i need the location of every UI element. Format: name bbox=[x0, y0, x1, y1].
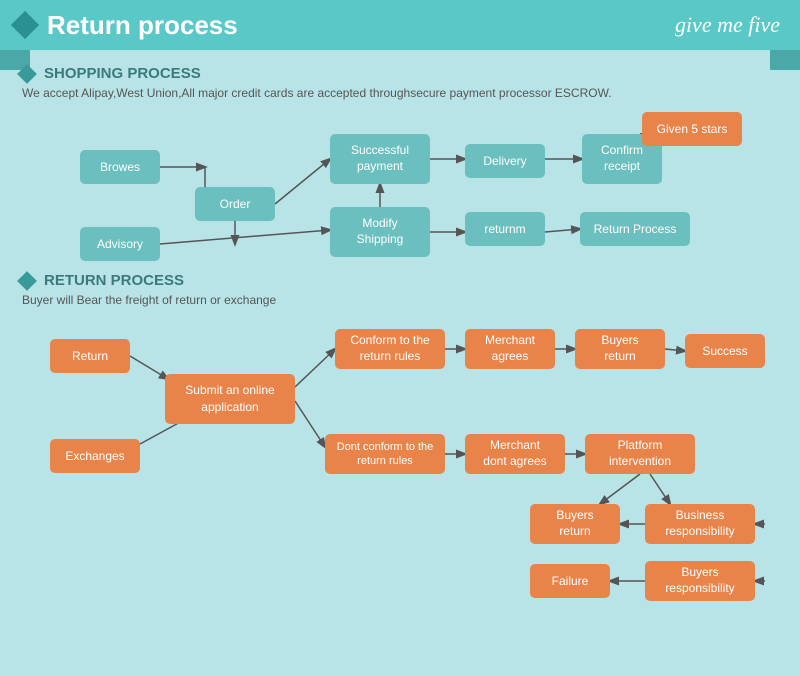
return-flow: Return Submit an online application Exch… bbox=[20, 319, 780, 609]
return-success-box: Success bbox=[685, 334, 765, 368]
header-diamond-icon bbox=[11, 11, 39, 39]
shopping-advisory-box: Advisory bbox=[80, 227, 160, 261]
return-conform-box: Conform to the return rules bbox=[335, 329, 445, 369]
return-section-header: RETURN PROCESS bbox=[20, 272, 780, 289]
shopping-returnprocess-box: Return Process bbox=[580, 212, 690, 246]
return-return-box: Return bbox=[50, 339, 130, 373]
header: Return process give me five bbox=[0, 0, 800, 50]
return-buyers-return1-box: Buyers return bbox=[575, 329, 665, 369]
return-failure-box: Failure bbox=[530, 564, 610, 598]
return-business-resp-box: Business responsibility bbox=[645, 504, 755, 544]
return-platform-box: Platform intervention bbox=[585, 434, 695, 474]
shopping-returnm-box: returnm bbox=[465, 212, 545, 246]
return-diamond-icon bbox=[17, 271, 37, 291]
shopping-successful-box: Successful payment bbox=[330, 134, 430, 184]
return-exchanges-box: Exchanges bbox=[50, 439, 140, 473]
shopping-delivery-box: Delivery bbox=[465, 144, 545, 178]
shopping-modify-box: Modify Shipping bbox=[330, 207, 430, 257]
return-section-title: RETURN PROCESS bbox=[44, 272, 184, 289]
return-desc: Buyer will Bear the freight of return or… bbox=[22, 293, 780, 307]
shopping-browes-box: Browes bbox=[80, 150, 160, 184]
return-submit-box: Submit an online application bbox=[165, 374, 295, 424]
logo-text: give me five bbox=[675, 12, 780, 38]
page-title: Return process bbox=[47, 10, 238, 41]
return-merchant-dont-box: Merchant dont agrees bbox=[465, 434, 565, 474]
return-buyers-resp-box: Buyers responsibility bbox=[645, 561, 755, 601]
shopping-order-box: Order bbox=[195, 187, 275, 221]
shopping-desc: We accept Alipay,West Union,All major cr… bbox=[22, 86, 780, 100]
return-buyers-return2-box: Buyers return bbox=[530, 504, 620, 544]
shopping-diamond-icon bbox=[17, 64, 37, 84]
main-content: SHOPPING PROCESS We accept Alipay,West U… bbox=[0, 50, 800, 624]
shopping-section-header: SHOPPING PROCESS bbox=[20, 65, 780, 82]
shopping-given5-box: Given 5 stars bbox=[642, 112, 742, 146]
shopping-flow: Browes Order Advisory Modify Shipping Su… bbox=[20, 112, 780, 272]
shopping-section-title: SHOPPING PROCESS bbox=[44, 65, 201, 82]
return-merchant-agrees-box: Merchant agrees bbox=[465, 329, 555, 369]
return-dont-conform-box: Dont conform to the return rules bbox=[325, 434, 445, 474]
